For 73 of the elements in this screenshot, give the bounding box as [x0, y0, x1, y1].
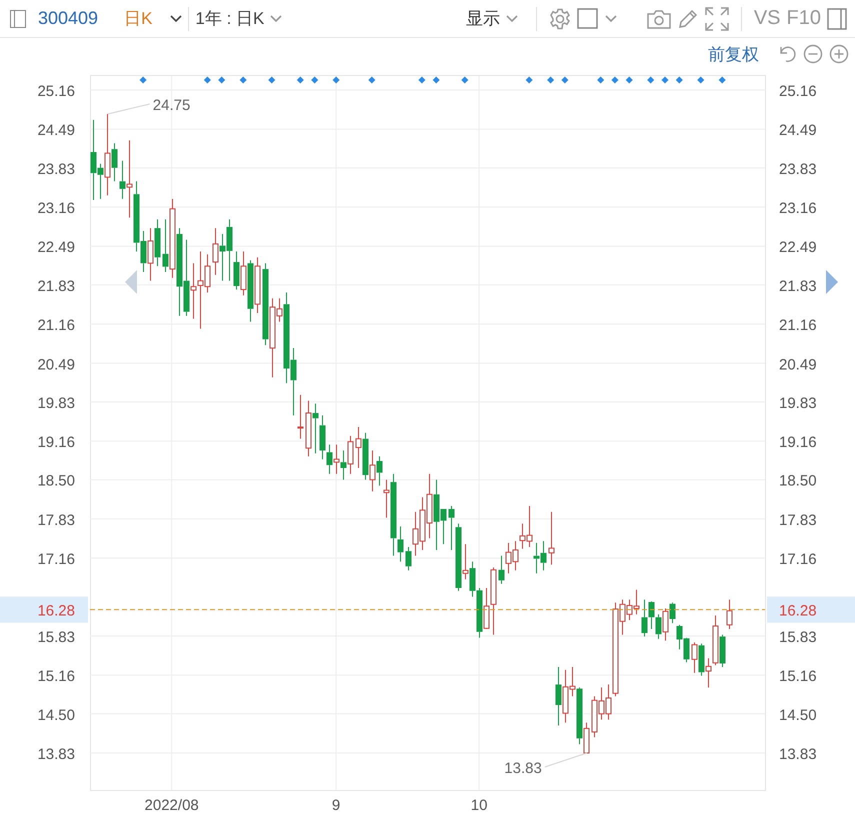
axis-label: 21.83: [779, 278, 817, 295]
axis-label: 10: [470, 797, 488, 814]
axis-label: 18.50: [37, 472, 75, 490]
axis-label: 15.83: [37, 628, 75, 646]
display-menu[interactable]: 显示: [466, 7, 518, 30]
leader-line: [544, 752, 588, 768]
axis-label: 25.16: [37, 83, 75, 100]
axis-label: 21.83: [37, 278, 75, 295]
axis-label: 19.16: [37, 434, 75, 452]
axis-label: 14.50: [779, 706, 817, 724]
extreme-label: 24.75: [152, 97, 190, 114]
diamond-icon[interactable]: [332, 76, 340, 84]
right-arrow-icon[interactable]: [826, 270, 838, 294]
panel-toggle-icon[interactable]: [827, 8, 847, 30]
axis-label: 23.16: [779, 200, 817, 218]
ref-line-label: 16.28: [37, 602, 75, 620]
axis-label: 17.83: [37, 512, 75, 529]
fullscreen-icon[interactable]: [704, 6, 729, 30]
diamond-icon[interactable]: [526, 76, 533, 84]
diamond-icon[interactable]: [268, 76, 276, 84]
period-selector[interactable]: 日K: [124, 7, 182, 30]
chevron-down-icon[interactable]: [170, 14, 182, 22]
candle: [548, 511, 554, 566]
diamond-icon[interactable]: [697, 76, 704, 84]
diamond-icon[interactable]: [718, 76, 726, 84]
settings-icon[interactable]: [548, 8, 571, 30]
pencil-icon[interactable]: [676, 8, 699, 30]
diamond-icon[interactable]: [240, 76, 247, 84]
axis-label: 24.49: [779, 122, 817, 140]
axis-label: 2022/08: [144, 797, 199, 814]
leader-line: [107, 104, 150, 114]
diamond-icon[interactable]: [461, 76, 468, 84]
camera-icon[interactable]: [646, 8, 671, 28]
axis-label: 17.83: [779, 512, 817, 529]
zoom-in-icon[interactable]: [829, 44, 849, 64]
axis-label: 22.49: [779, 239, 817, 256]
axis-label: 15.16: [779, 668, 817, 686]
axis-label: 18.50: [779, 472, 817, 490]
axis-label: 13.83: [37, 746, 75, 763]
diamond-icon[interactable]: [140, 76, 147, 84]
axis-label: 14.50: [37, 706, 75, 724]
axis-label: 17.16: [779, 551, 817, 568]
axis-label: 25.16: [779, 83, 817, 100]
axis-label: 21.16: [37, 317, 75, 334]
axis-label: 19.83: [37, 394, 75, 412]
axis-label: 23.83: [779, 160, 817, 178]
extreme-label: 13.83: [504, 760, 542, 777]
axis-label: 24.49: [37, 122, 75, 140]
axis-label: 23.16: [37, 200, 75, 218]
axis-label: 22.49: [37, 239, 75, 256]
diamond-icon[interactable]: [368, 76, 376, 84]
price-tag: 16.28: [767, 596, 855, 623]
axis-label: 20.49: [779, 356, 817, 374]
axis-label: 9: [332, 797, 340, 814]
compare-button[interactable]: VS: [754, 7, 781, 30]
axis-label: 17.16: [37, 551, 75, 568]
stock-code: 300409: [38, 8, 98, 29]
axis-label: 15.16: [37, 668, 75, 686]
zoom-out-icon[interactable]: [803, 44, 823, 64]
axis-label: 23.83: [37, 160, 75, 178]
axis-label: 13.83: [779, 746, 817, 763]
panel-toggle-icon[interactable]: [10, 10, 26, 28]
price-tag: 16.28: [0, 596, 88, 623]
axis-label: 20.49: [37, 356, 75, 374]
axis-label: 15.83: [779, 628, 817, 646]
range-selector[interactable]: 1年 : 日K: [195, 7, 282, 30]
axis-label: 21.16: [779, 317, 817, 334]
square-icon[interactable]: [576, 8, 599, 30]
adjustment-link[interactable]: 前复权: [708, 42, 759, 66]
candle: [726, 599, 732, 630]
axis-label: 19.83: [779, 394, 817, 412]
axis-label: 19.16: [779, 434, 817, 452]
f10-button[interactable]: F10: [786, 7, 821, 30]
